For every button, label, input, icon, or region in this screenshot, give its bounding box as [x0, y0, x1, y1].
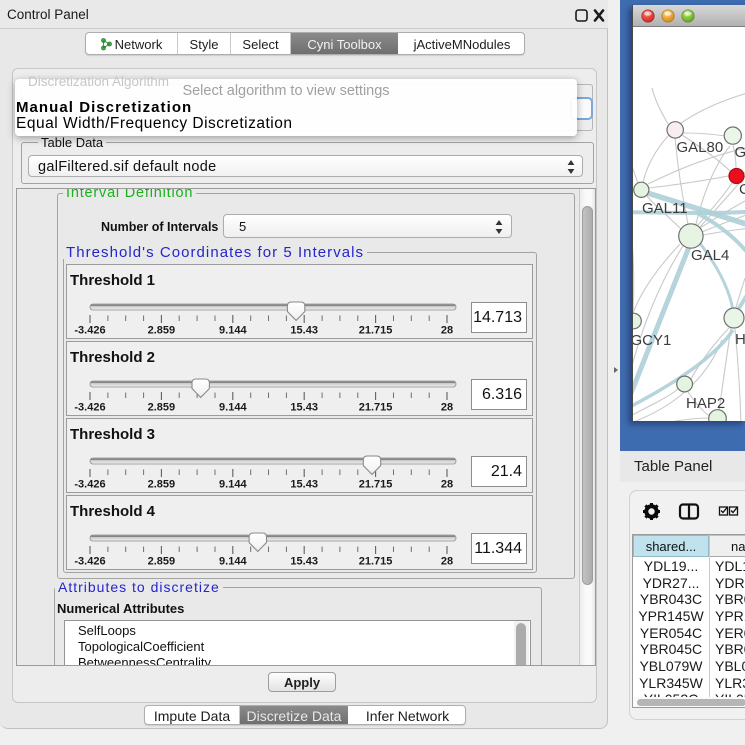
- svg-text:15.43: 15.43: [290, 479, 318, 491]
- svg-text:9.144: 9.144: [219, 556, 247, 568]
- svg-text:GAL4: GAL4: [691, 247, 729, 264]
- svg-text:15.43: 15.43: [290, 325, 318, 337]
- svg-text:GAL80: GAL80: [677, 139, 724, 156]
- svg-text:9.144: 9.144: [219, 325, 247, 337]
- svg-text:2.859: 2.859: [148, 325, 176, 337]
- svg-text:-3.426: -3.426: [74, 325, 105, 337]
- svg-text:21.715: 21.715: [359, 479, 393, 491]
- svg-text:GCY1: GCY1: [633, 332, 671, 349]
- svg-text:2.859: 2.859: [148, 479, 176, 491]
- svg-text:-3.426: -3.426: [74, 479, 105, 491]
- svg-text:2.859: 2.859: [148, 556, 176, 568]
- svg-text:9.144: 9.144: [219, 479, 247, 491]
- svg-text:C: C: [739, 181, 745, 198]
- svg-text:HAP2: HAP2: [686, 395, 725, 412]
- svg-text:GAL11: GAL11: [642, 200, 688, 217]
- svg-text:21.715: 21.715: [359, 325, 393, 337]
- svg-text:-3.426: -3.426: [74, 556, 105, 568]
- svg-text:28: 28: [441, 479, 453, 491]
- svg-text:28: 28: [441, 402, 453, 414]
- svg-text:21.715: 21.715: [359, 402, 393, 414]
- svg-text:28: 28: [441, 325, 453, 337]
- svg-text:21.715: 21.715: [359, 556, 393, 568]
- svg-text:-3.426: -3.426: [74, 402, 105, 414]
- svg-text:GA: GA: [735, 144, 745, 161]
- svg-text:15.43: 15.43: [290, 556, 318, 568]
- svg-text:2.859: 2.859: [148, 402, 176, 414]
- svg-text:HA: HA: [735, 331, 745, 348]
- svg-text:28: 28: [441, 556, 453, 568]
- svg-text:15.43: 15.43: [290, 402, 318, 414]
- svg-text:9.144: 9.144: [219, 402, 247, 414]
